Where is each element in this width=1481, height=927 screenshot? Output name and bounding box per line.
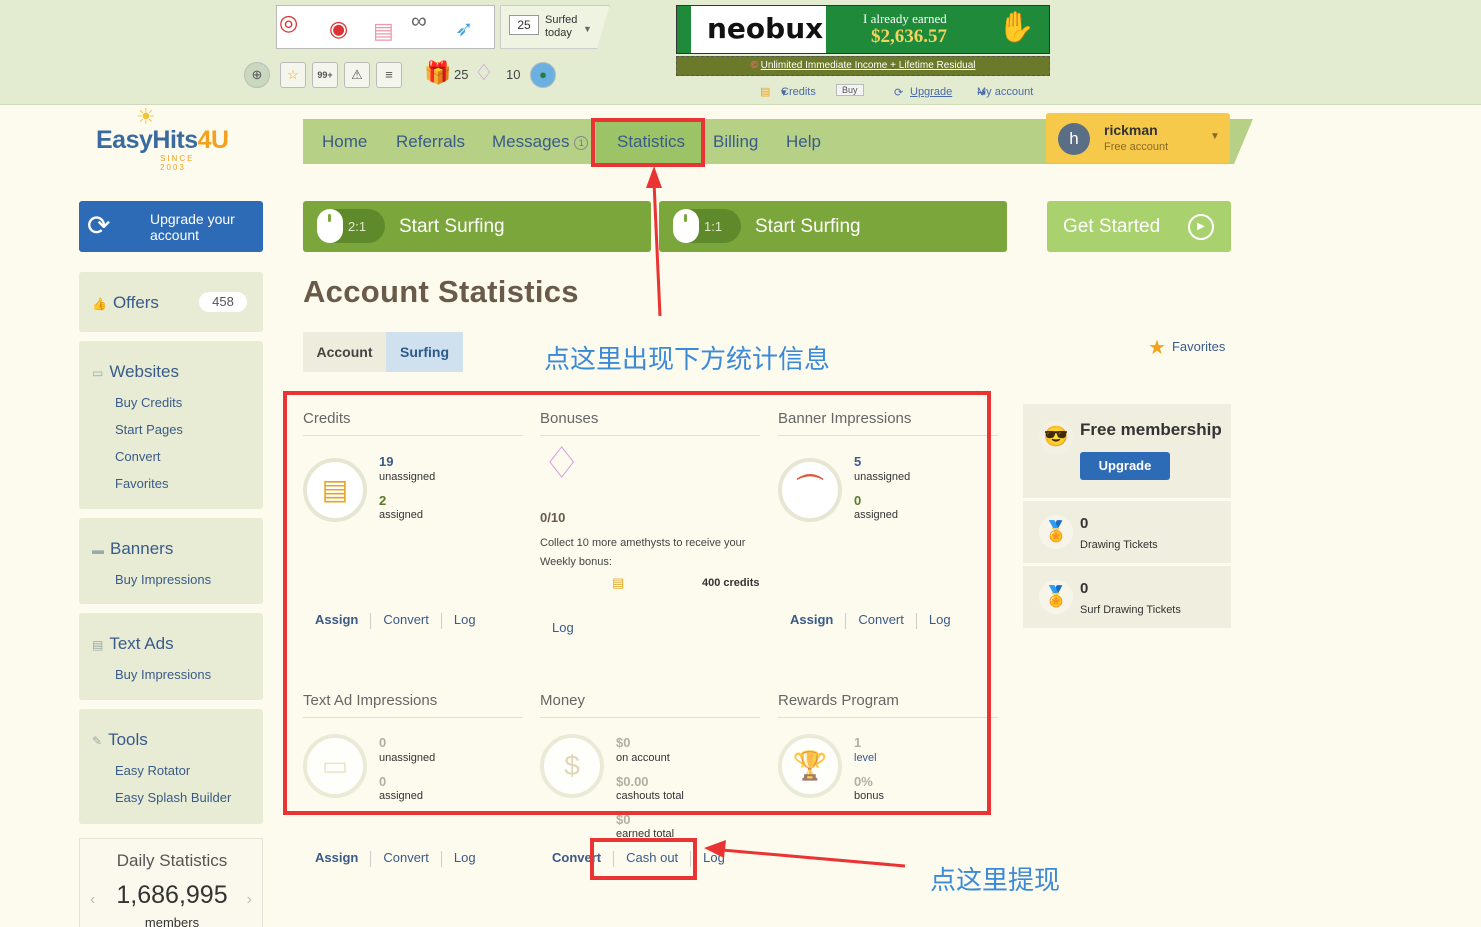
annotation-arrows [646,166,906,868]
annotation-note-top: 点这里出现下方统计信息 [544,345,831,375]
annotation-note-bottom: 点这里提现 [930,866,1061,896]
